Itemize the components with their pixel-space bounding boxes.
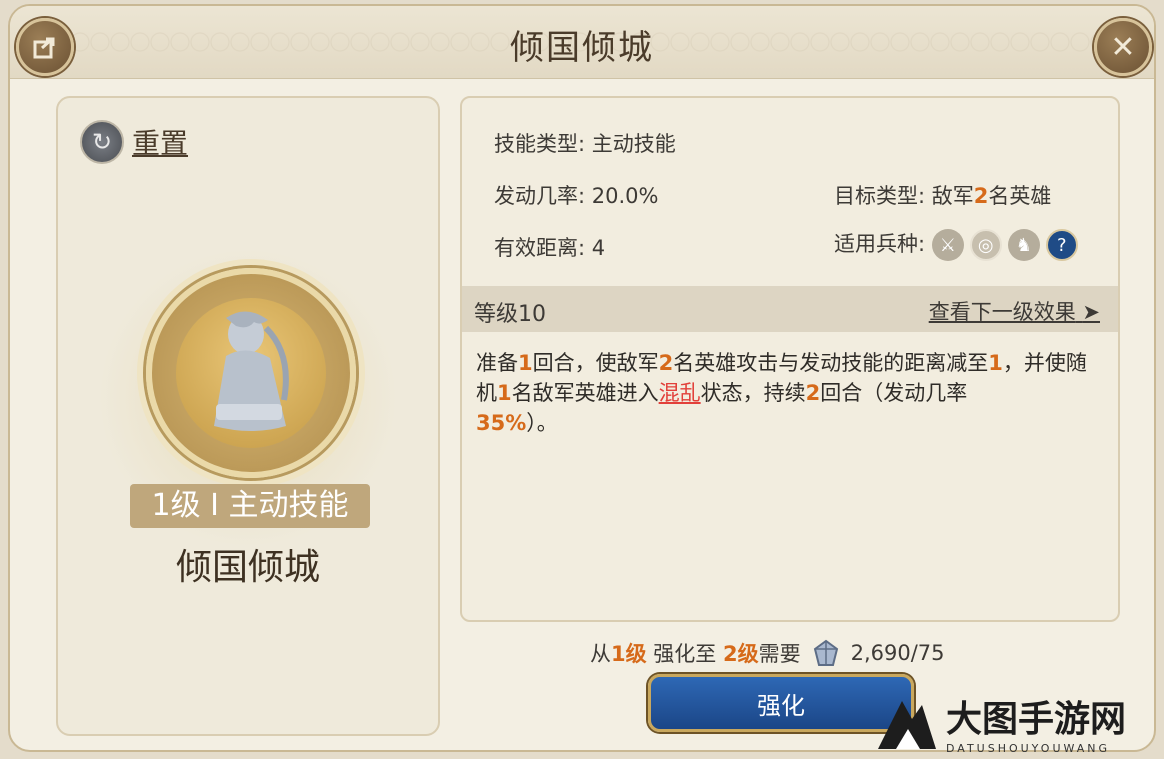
level-bar: 等级10 查看下一级效果 ➤ <box>462 286 1118 332</box>
skill-name: 倾国倾城 <box>175 547 320 588</box>
desc-text: 回合（发动几率 <box>820 381 968 405</box>
close-button[interactable]: ✕ <box>1094 18 1152 76</box>
skill-portrait <box>176 298 326 448</box>
desc-text: 准备 <box>476 351 518 375</box>
desc-text: 回合，使敌军 <box>532 351 659 375</box>
statue-figure-icon <box>214 311 289 431</box>
share-icon <box>33 37 55 59</box>
skill-detail-panel: 技能类型: 主动技能 发动几率: 20.0% 目标类型: 敌军2名英雄 有效距离… <box>460 96 1120 622</box>
cost-text: 从1级 强化至 2级需要 <box>590 638 801 668</box>
upgrade-button[interactable]: 强化 <box>648 674 914 732</box>
target-type-suffix: 名英雄 <box>988 184 1052 208</box>
next-level-label: 查看下一级效果 <box>928 300 1076 324</box>
target-icon[interactable]: ◎ <box>969 229 1002 261</box>
troop-label: 适用兵种: <box>834 232 926 256</box>
desc-number: 1 <box>988 351 1003 375</box>
skill-description: 准备1回合，使敌军2名英雄攻击与发动技能的距离减至1，并使随机1名敌军英雄进入混… <box>476 348 1106 438</box>
watermark-text: 大图手游网 <box>946 698 1127 740</box>
watermark-subtext: DATUSHOUYOUWANG <box>946 742 1111 755</box>
horse-icon[interactable]: ♞ <box>1007 229 1040 261</box>
desc-text: ）。 <box>526 411 558 435</box>
share-button[interactable] <box>16 18 74 76</box>
desc-text: 状态，持续 <box>700 381 806 405</box>
skill-medal <box>146 268 356 478</box>
cost-mid: 强化至 <box>646 642 723 666</box>
troop-types: 适用兵种: ⚔ ◎ ♞ ? <box>834 228 1078 261</box>
current-level: 等级10 <box>474 302 546 327</box>
next-level-link[interactable]: 查看下一级效果 ➤ <box>929 296 1100 326</box>
desc-number: 2 <box>658 351 674 375</box>
status-link[interactable]: 混乱 <box>659 381 701 405</box>
desc-number: 1 <box>497 381 512 405</box>
cost-from: 从 <box>590 642 611 666</box>
reset-label: 重置 <box>132 127 189 160</box>
target-type-prefix: 目标类型: 敌军 <box>834 184 974 208</box>
upgrade-cost: 从1级 强化至 2级需要 2,690/75 <box>590 638 945 668</box>
skill-level-badge: 1级 I 主动技能 <box>130 484 370 528</box>
desc-number: 35% <box>476 411 527 435</box>
effective-range: 有效距离: 4 <box>494 236 606 260</box>
desc-number: 2 <box>805 381 821 405</box>
dialog-header: 倾国倾城 <box>10 6 1154 79</box>
skill-type: 技能类型: 主动技能 <box>494 132 676 156</box>
skill-overview-panel: ↻ 重置 1级 I 主动技能 倾国倾城 <box>56 96 440 736</box>
skill-dialog: 倾国倾城 ✕ ↻ 重置 1级 I 主动技能 倾国倾城 技能类型: 主动技能 发动… <box>8 4 1156 752</box>
reset-button[interactable]: ↻ 重置 <box>80 120 188 164</box>
cost-need: 需要 <box>758 642 801 666</box>
reset-icon: ↻ <box>80 120 124 164</box>
desc-number: 1 <box>518 351 533 375</box>
desc-text: 名英雄攻击与发动技能的距离减至 <box>673 351 989 375</box>
cost-to-level: 2级 <box>722 642 759 666</box>
cost-amount: 2,690/75 <box>850 641 945 665</box>
site-watermark: 大图手游网 DATUSHOUYOUWANG <box>876 690 1126 755</box>
trigger-rate: 发动几率: 20.0% <box>494 184 659 208</box>
crystal-icon <box>813 639 838 666</box>
question-icon[interactable]: ? <box>1045 229 1078 261</box>
watermark-logo-icon <box>878 700 936 749</box>
cost-from-level: 1级 <box>611 642 647 666</box>
dialog-title: 倾国倾城 <box>510 28 654 68</box>
target-type: 目标类型: 敌军2名英雄 <box>834 180 1051 210</box>
sword-icon[interactable]: ⚔ <box>931 229 964 261</box>
desc-text: 名敌军英雄进入 <box>511 381 659 405</box>
target-count: 2 <box>973 184 989 208</box>
arrow-right-icon: ➤ <box>1082 300 1100 324</box>
close-icon: ✕ <box>1110 29 1136 65</box>
